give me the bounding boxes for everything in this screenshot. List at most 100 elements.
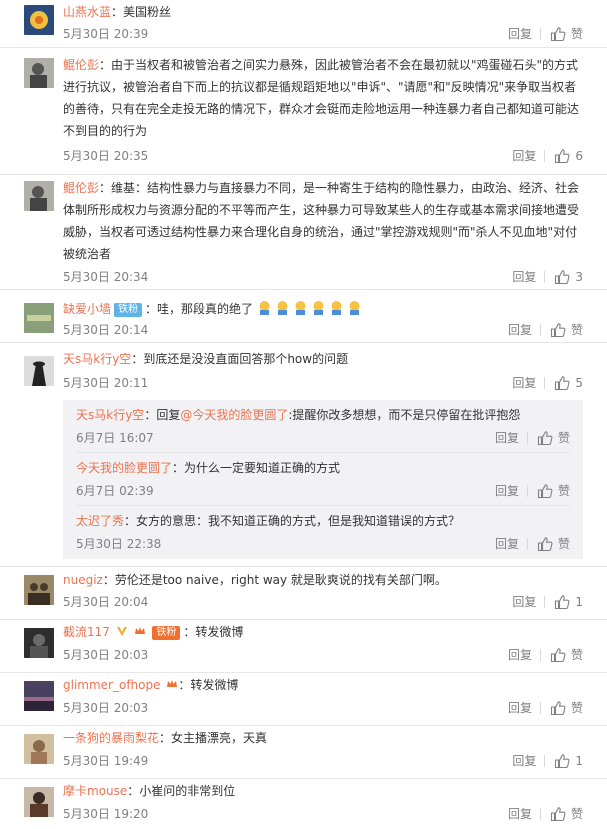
reply-text: :提醒你改多想想，而不是只停留在批评抱怨 xyxy=(288,408,521,422)
comment-content: 鲲伦彭：维基：结构性暴力与直接暴力不同，是一种寄生于结构的隐性暴力，由政治、经济… xyxy=(63,177,585,265)
like-count: 赞 xyxy=(557,484,570,498)
comment-time: 5月30日 20:39 xyxy=(63,27,149,41)
divider xyxy=(544,755,546,767)
comment-actions: 回复 赞 xyxy=(508,806,583,822)
reply-button[interactable]: 回复 xyxy=(508,647,532,663)
reply-button[interactable]: 回复 xyxy=(508,700,532,716)
comment-time: 5月30日 20:03 xyxy=(63,648,149,662)
comment-item: 截流117 铁粉 ：转发微博 5月30日 20:03 回复 赞 xyxy=(0,620,607,673)
username-link[interactable]: 山燕水蓝 xyxy=(63,5,111,19)
reply-text-prefix: ：回复 xyxy=(144,408,181,422)
like-count: 赞 xyxy=(570,648,583,662)
like-count: 3 xyxy=(575,270,583,284)
like-button[interactable]: 5 xyxy=(554,375,583,391)
comment-actions: 回复 1 xyxy=(512,753,583,769)
reply-time: 5月30日 22:38 xyxy=(76,537,162,551)
reply-actions: 回复 赞 xyxy=(495,536,570,552)
reply-button[interactable]: 回复 xyxy=(495,483,519,499)
comment-time: 5月30日 20:14 xyxy=(63,323,149,337)
like-button[interactable]: 赞 xyxy=(550,26,583,42)
like-button[interactable]: 6 xyxy=(554,148,583,164)
divider xyxy=(539,702,541,714)
iron-fan-badge: 铁粉 xyxy=(152,626,181,640)
reply-button[interactable]: 回复 xyxy=(512,753,536,769)
emoji-icon xyxy=(259,301,270,315)
comment-actions: 回复 赞 xyxy=(508,700,583,716)
username-link[interactable]: 天s马k行y空 xyxy=(76,408,144,422)
comment-content: 鲲伦彭：由于当权者和被管治者之间实力悬殊，因此被管治者不会在最初就以"鸡蛋碰石头… xyxy=(63,54,585,142)
emoji-icon xyxy=(313,301,324,315)
avatar[interactable] xyxy=(24,787,54,817)
reply-button[interactable]: 回复 xyxy=(512,594,536,610)
avatar[interactable] xyxy=(24,181,54,211)
thumbs-up-icon xyxy=(537,484,553,499)
comment-actions: 回复 赞 xyxy=(508,322,583,338)
avatar[interactable] xyxy=(24,5,54,35)
comment-item: 摩卡mouse：小崔问的非常到位 5月30日 19:20 回复 赞 xyxy=(0,779,607,829)
reply-time: 6月7日 16:07 xyxy=(76,431,154,445)
like-button[interactable]: 赞 xyxy=(550,322,583,338)
reply-button[interactable]: 回复 xyxy=(512,375,536,391)
reply-thread: 天s马k行y空：回复@今天我的脸更圆了:提醒你改多想想，而不是只停留在批评抱怨 … xyxy=(63,400,583,559)
username-link[interactable]: 今天我的脸更圆了 xyxy=(76,461,172,475)
reply-button[interactable]: 回复 xyxy=(508,26,532,42)
like-button[interactable]: 赞 xyxy=(537,483,570,499)
divider xyxy=(526,432,528,444)
avatar[interactable] xyxy=(24,356,54,386)
reply-button[interactable]: 回复 xyxy=(495,430,519,446)
username-link[interactable]: 摩卡mouse xyxy=(63,784,127,798)
comment-actions: 回复 5 xyxy=(512,375,583,391)
like-button[interactable]: 赞 xyxy=(550,806,583,822)
avatar[interactable] xyxy=(24,303,54,333)
comment-actions: 回复 1 xyxy=(512,594,583,610)
like-button[interactable]: 赞 xyxy=(550,647,583,663)
avatar[interactable] xyxy=(24,681,54,711)
like-count: 6 xyxy=(575,149,583,163)
comment-content: 天s马k行y空：到底还是没没直面回答那个how的问题 xyxy=(63,348,585,370)
username-link[interactable]: nuegiz xyxy=(63,573,103,587)
divider xyxy=(544,377,546,389)
reply-button[interactable]: 回复 xyxy=(512,148,536,164)
comment-time: 5月30日 19:20 xyxy=(63,807,149,821)
comment-text: ：劳伦还是too naive，right way 就是耿爽说的找有关部门啊。 xyxy=(102,573,447,587)
like-button[interactable]: 赞 xyxy=(537,430,570,446)
username-link[interactable]: 太迟了秀 xyxy=(76,514,124,528)
thumbs-up-icon xyxy=(555,376,570,391)
divider xyxy=(526,538,528,550)
reply-button[interactable]: 回复 xyxy=(512,269,536,285)
avatar[interactable] xyxy=(24,734,54,764)
comment-text: ：转发微博 xyxy=(178,678,239,692)
verified-v-icon xyxy=(116,627,127,636)
username-link[interactable]: 一条狗的暴雨梨花 xyxy=(63,731,159,745)
like-button[interactable]: 1 xyxy=(554,753,583,769)
reply-button[interactable]: 回复 xyxy=(495,536,519,552)
like-button[interactable]: 3 xyxy=(554,269,583,285)
reply-button[interactable]: 回复 xyxy=(508,806,532,822)
username-link[interactable]: 缺爱小墙 xyxy=(63,302,111,316)
comment-content: 山燕水蓝：美国粉丝 xyxy=(63,1,585,23)
avatar[interactable] xyxy=(24,575,54,605)
comment-content: glimmer_ofhope ：转发微博 xyxy=(63,674,585,696)
comment-text: ：小崔问的非常到位 xyxy=(127,784,236,798)
avatar[interactable] xyxy=(24,628,54,658)
emoji-icon xyxy=(277,301,288,315)
like-button[interactable]: 赞 xyxy=(537,536,570,552)
username-link[interactable]: glimmer_ofhope xyxy=(63,678,161,692)
divider xyxy=(539,324,541,336)
like-button[interactable]: 赞 xyxy=(550,700,583,716)
like-count: 1 xyxy=(575,595,583,609)
username-link[interactable]: 截流117 xyxy=(63,625,110,639)
reply-button[interactable]: 回复 xyxy=(508,322,532,338)
username-link[interactable]: 鲲伦彭 xyxy=(63,181,99,195)
avatar[interactable] xyxy=(24,58,54,88)
like-count: 5 xyxy=(575,376,583,390)
mention-link[interactable]: @今天我的脸更圆了 xyxy=(180,408,288,422)
comment-text: ：哇，那段真的绝了 xyxy=(145,302,254,316)
like-button[interactable]: 1 xyxy=(554,594,583,610)
username-link[interactable]: 天s马k行y空 xyxy=(63,352,131,366)
username-link[interactable]: 鲲伦彭 xyxy=(63,58,99,72)
iron-fan-badge: 铁粉 xyxy=(114,303,143,317)
divider xyxy=(544,150,546,162)
thumbs-up-icon xyxy=(550,648,566,663)
like-count: 1 xyxy=(575,754,583,768)
